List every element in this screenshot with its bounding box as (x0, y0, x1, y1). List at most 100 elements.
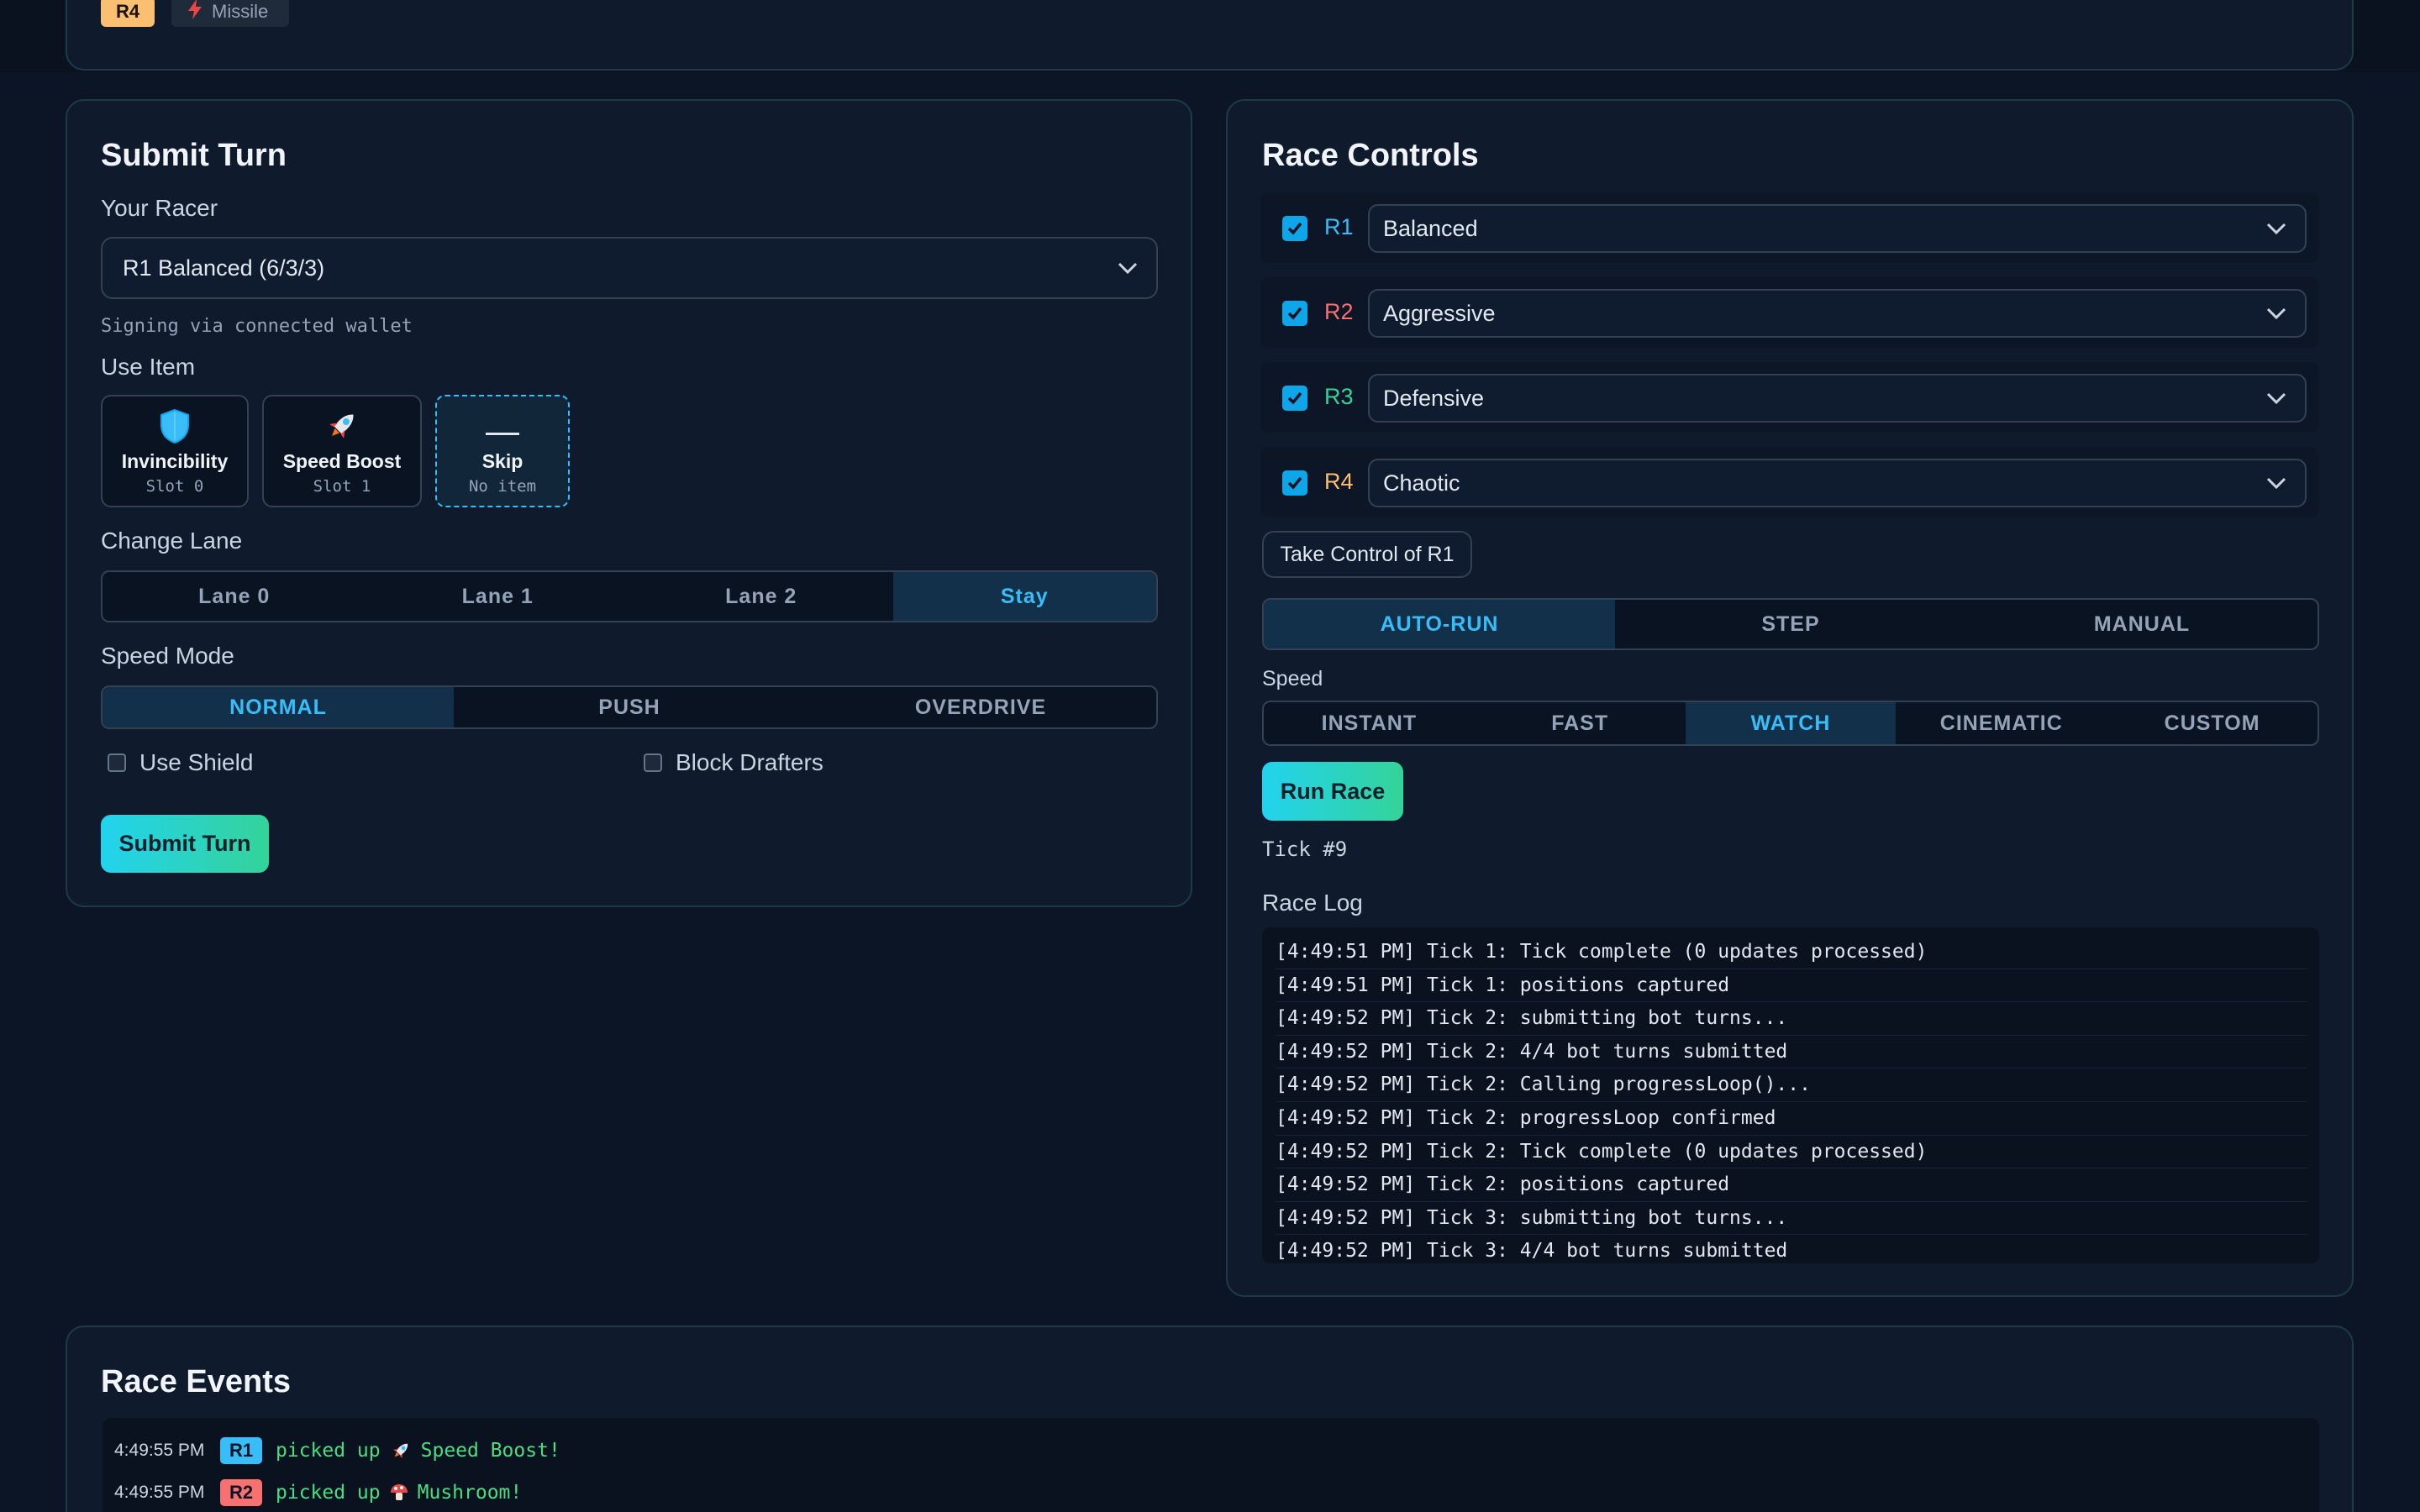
item-skip[interactable]: Skip No item (435, 395, 570, 507)
item-name: Speed Boost (282, 450, 402, 472)
item-label: Missile (212, 1, 269, 22)
racer-r3-strategy-select[interactable]: Defensive (1368, 374, 2307, 423)
log-line: [4:49:52 PM] Tick 2: submitting bot turn… (1276, 1002, 2307, 1036)
event-text-after: Speed Boost! (420, 1440, 560, 1462)
take-control-button[interactable]: Take Control of R1 (1262, 531, 1472, 578)
run-mode-step[interactable]: STEP (1615, 600, 1966, 648)
speed-label: Speed (1262, 667, 1323, 690)
racer-badge-r4: R4 (101, 0, 155, 27)
event-text: picked up Mushroom! (276, 1482, 522, 1504)
race-events-title: Race Events (101, 1364, 292, 1399)
lane-option-0[interactable]: Lane 0 (103, 572, 366, 621)
lane-option-2[interactable]: Lane 2 (629, 572, 893, 621)
event-time: 4:49:55 PM (114, 1441, 205, 1460)
racer-control-r2: R2 Aggressive (1260, 277, 2319, 348)
racer-r4-strategy-select[interactable]: Chaotic (1368, 459, 2307, 507)
submit-turn-button[interactable]: Submit Turn (101, 815, 269, 873)
run-mode-auto-run[interactable]: AUTO-RUN (1264, 600, 1615, 648)
lane-option-1[interactable]: Lane 1 (366, 572, 630, 621)
speed-mode-push[interactable]: PUSH (454, 687, 805, 727)
use-shield-label: Use Shield (139, 749, 254, 775)
missile-item-chip: Missile (171, 0, 289, 27)
signing-hint: Signing via connected wallet (101, 316, 413, 337)
log-line: [4:49:51 PM] Tick 1: positions captured (1276, 969, 2307, 1003)
use-item-label: Use Item (101, 354, 196, 380)
lane-option-stay[interactable]: Stay (892, 572, 1156, 621)
log-line: [4:49:52 PM] Tick 2: Calling progressLoo… (1276, 1068, 2307, 1102)
mushroom-icon (390, 1484, 408, 1500)
chevron-down-icon (2266, 223, 2286, 234)
racer-control-r1: R1 Balanced (1260, 192, 2319, 263)
strategy-value: Aggressive (1383, 300, 1496, 326)
racer-select[interactable]: R1 Balanced (6/3/3) (101, 237, 1158, 299)
checkbox-box[interactable] (108, 753, 126, 772)
item-slot: Slot 1 (313, 477, 371, 496)
event-row: 4:49:55 PM R1 picked up Speed Boost! (103, 1430, 2319, 1472)
chevron-down-icon (2266, 307, 2286, 319)
check-icon (1287, 222, 1302, 235)
item-name: Invincibility (121, 450, 229, 472)
racer-id: R1 (1324, 214, 1354, 239)
item-slot: No item (468, 477, 537, 496)
log-line: [4:49:52 PM] Tick 3: submitting bot turn… (1276, 1202, 2307, 1236)
racer-r1-strategy-select[interactable]: Balanced (1368, 204, 2307, 253)
speed-cinematic[interactable]: CINEMATIC (1896, 702, 2107, 744)
speed-mode-selector: NORMAL PUSH OVERDRIVE (101, 685, 1158, 729)
log-line: [4:49:52 PM] Tick 3: 4/4 bot turns submi… (1276, 1235, 2307, 1263)
racer-id: R3 (1324, 384, 1354, 409)
log-line: [4:49:52 PM] Tick 2: Tick complete (0 up… (1276, 1136, 2307, 1169)
chevron-down-icon (1118, 262, 1138, 274)
event-text-before: picked up (276, 1440, 381, 1462)
log-line: [4:49:52 PM] Tick 2: progressLoop confir… (1276, 1102, 2307, 1136)
race-log-label: Race Log (1262, 890, 1363, 916)
speed-fast[interactable]: FAST (1475, 702, 1686, 744)
speed-mode-overdrive[interactable]: OVERDRIVE (805, 687, 1156, 727)
run-mode-manual[interactable]: MANUAL (1966, 600, 2317, 648)
racer-control-r4: R4 Chaotic (1260, 447, 2319, 517)
log-line: [4:49:52 PM] Tick 2: positions captured (1276, 1168, 2307, 1202)
block-drafters-checkbox[interactable]: Block Drafters (644, 749, 823, 776)
speed-mode-normal[interactable]: NORMAL (103, 687, 454, 727)
rocket-icon (329, 414, 354, 438)
your-racer-label: Your Racer (101, 195, 218, 221)
checkbox-box[interactable] (644, 753, 662, 772)
change-lane-label: Change Lane (101, 528, 243, 554)
strategy-value: Defensive (1383, 385, 1485, 411)
chevron-down-icon (2266, 392, 2286, 404)
use-shield-checkbox[interactable]: Use Shield (108, 749, 253, 776)
event-time: 4:49:55 PM (114, 1483, 205, 1502)
racer-id: R2 (1324, 299, 1354, 324)
racer-r4-checkbox[interactable] (1282, 470, 1307, 496)
speed-mode-label: Speed Mode (101, 643, 234, 669)
strategy-value: Balanced (1383, 215, 1478, 241)
item-invincibility[interactable]: Invincibility Slot 0 (101, 395, 249, 507)
speed-instant[interactable]: INSTANT (1264, 702, 1475, 744)
item-speed-boost[interactable]: Speed Boost Slot 1 (262, 395, 422, 507)
dash-icon (486, 433, 519, 435)
speed-watch[interactable]: WATCH (1685, 702, 1897, 744)
race-events-list[interactable]: 4:49:55 PM R1 picked up Speed Boost! 4:4… (103, 1418, 2319, 1512)
event-text-after: Mushroom! (417, 1482, 523, 1504)
speed-selector: INSTANT FAST WATCH CINEMATIC CUSTOM (1262, 701, 2319, 746)
log-line: [4:49:51 PM] Tick 1: Tick complete (0 up… (1276, 936, 2307, 969)
check-icon (1287, 391, 1302, 405)
racer-r1-checkbox[interactable] (1282, 216, 1307, 241)
run-mode-selector: AUTO-RUN STEP MANUAL (1262, 598, 2319, 650)
speed-custom[interactable]: CUSTOM (2107, 702, 2317, 744)
event-racer-badge: R1 (220, 1437, 262, 1464)
run-race-button[interactable]: Run Race (1262, 762, 1403, 821)
check-icon (1287, 476, 1302, 490)
racer-control-r3: R3 Defensive (1260, 362, 2319, 433)
race-log[interactable]: [4:49:51 PM] Tick 1: Tick complete (0 up… (1262, 927, 2319, 1263)
strategy-value: Chaotic (1383, 470, 1460, 496)
lightning-icon (187, 0, 203, 24)
racer-r2-checkbox[interactable] (1282, 301, 1307, 326)
event-racer-badge: R2 (220, 1479, 262, 1506)
log-line: [4:49:52 PM] Tick 2: 4/4 bot turns submi… (1276, 1036, 2307, 1069)
event-row: 4:49:55 PM R2 picked up Mushroom! (103, 1472, 2319, 1512)
check-icon (1287, 307, 1302, 320)
lane-selector: Lane 0 Lane 1 Lane 2 Stay (101, 570, 1158, 622)
racer-r3-checkbox[interactable] (1282, 386, 1307, 411)
block-drafters-label: Block Drafters (676, 749, 823, 775)
racer-r2-strategy-select[interactable]: Aggressive (1368, 289, 2307, 338)
